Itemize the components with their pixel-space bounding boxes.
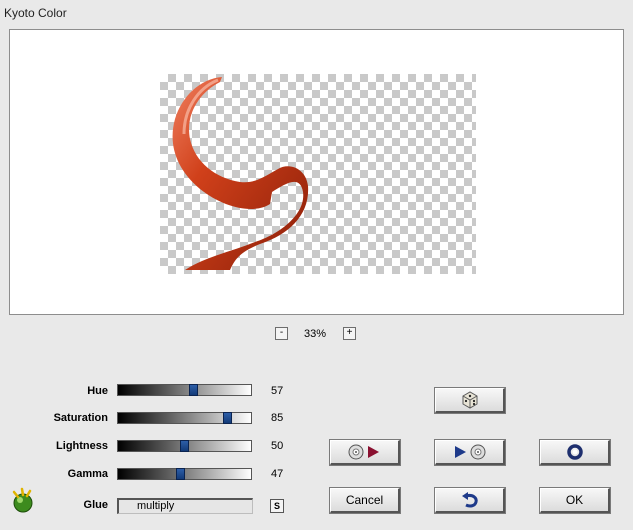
- disc-play-icon: [348, 444, 379, 460]
- cancel-button[interactable]: Cancel: [329, 487, 401, 514]
- saturation-slider[interactable]: [117, 412, 252, 424]
- hue-slider[interactable]: [117, 384, 252, 396]
- glue-label: Glue: [83, 499, 108, 511]
- undo-arrow-icon: [461, 492, 478, 508]
- saturation-value: 85: [271, 412, 284, 424]
- randomize-button[interactable]: [434, 387, 506, 414]
- hue-label: Hue: [87, 385, 108, 397]
- zoom-level: 33%: [303, 328, 327, 340]
- dice-icon: [462, 391, 477, 409]
- ok-button[interactable]: OK: [539, 487, 611, 514]
- lightness-slider-thumb[interactable]: [180, 440, 189, 452]
- play-forward-button[interactable]: [329, 439, 401, 466]
- saturation-slider-thumb[interactable]: [223, 412, 232, 424]
- lightness-slider[interactable]: [117, 440, 252, 452]
- ring-icon: [566, 444, 583, 460]
- window-title: Kyoto Color: [4, 6, 67, 20]
- preview-pane[interactable]: [9, 29, 624, 315]
- hue-value: 57: [271, 385, 284, 397]
- saturation-label: Saturation: [53, 412, 108, 424]
- glue-mode-select[interactable]: multiply: [117, 498, 253, 514]
- lightness-value: 50: [271, 440, 284, 452]
- hue-slider-thumb[interactable]: [189, 384, 198, 396]
- zoom-in-button[interactable]: +: [343, 327, 356, 340]
- red-ribbon-shape: [172, 77, 309, 270]
- gamma-value: 47: [271, 468, 284, 480]
- zoom-out-button[interactable]: -: [275, 327, 288, 340]
- play-disc-icon: [454, 444, 485, 460]
- gamma-label: Gamma: [67, 468, 108, 480]
- play-back-button[interactable]: [434, 439, 506, 466]
- ring-button[interactable]: [539, 439, 611, 466]
- gamma-slider-thumb[interactable]: [176, 468, 185, 480]
- gamma-slider[interactable]: [117, 468, 252, 480]
- glue-s-button[interactable]: S: [270, 499, 284, 513]
- undo-button[interactable]: [434, 487, 506, 514]
- lightness-label: Lightness: [56, 440, 108, 452]
